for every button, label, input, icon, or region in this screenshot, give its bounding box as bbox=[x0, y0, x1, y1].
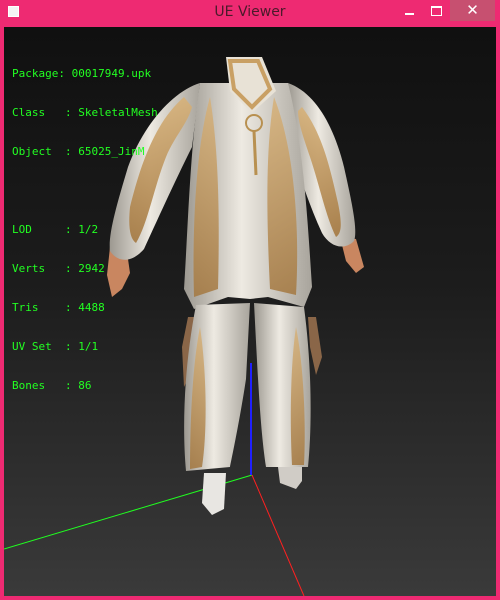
left-shoe bbox=[202, 473, 226, 515]
3d-viewport[interactable]: Package: 00017949.upk Class : SkeletalMe… bbox=[4, 27, 496, 596]
mesh-info-panel: Package: 00017949.upk Class : SkeletalMe… bbox=[12, 41, 158, 418]
info-bones: Bones : 86 bbox=[12, 379, 92, 392]
minimize-button[interactable] bbox=[396, 0, 423, 21]
info-tris: Tris : 4488 bbox=[12, 301, 105, 314]
maximize-icon bbox=[431, 5, 442, 16]
info-class: Class : SkeletalMesh bbox=[12, 106, 158, 119]
app-window: UE Viewer ✕ Package: 00017949.upk Class … bbox=[0, 0, 500, 600]
info-uvset: UV Set : 1/1 bbox=[12, 340, 99, 353]
minimize-icon bbox=[405, 12, 414, 15]
info-verts: Verts : 2942 bbox=[12, 262, 105, 275]
title-bar[interactable]: UE Viewer ✕ bbox=[0, 0, 500, 27]
right-shoe bbox=[278, 467, 302, 489]
close-icon: ✕ bbox=[466, 1, 479, 19]
chest-tassel bbox=[252, 130, 258, 176]
info-package: Package: 00017949.upk bbox=[12, 67, 152, 80]
close-button[interactable]: ✕ bbox=[450, 0, 495, 21]
info-lod: LOD : 1/2 bbox=[12, 223, 99, 236]
axis-x-line bbox=[251, 474, 305, 596]
right-tassel bbox=[308, 317, 322, 375]
info-object: Object : 65025_JinM bbox=[12, 145, 145, 158]
maximize-button[interactable] bbox=[423, 0, 450, 21]
